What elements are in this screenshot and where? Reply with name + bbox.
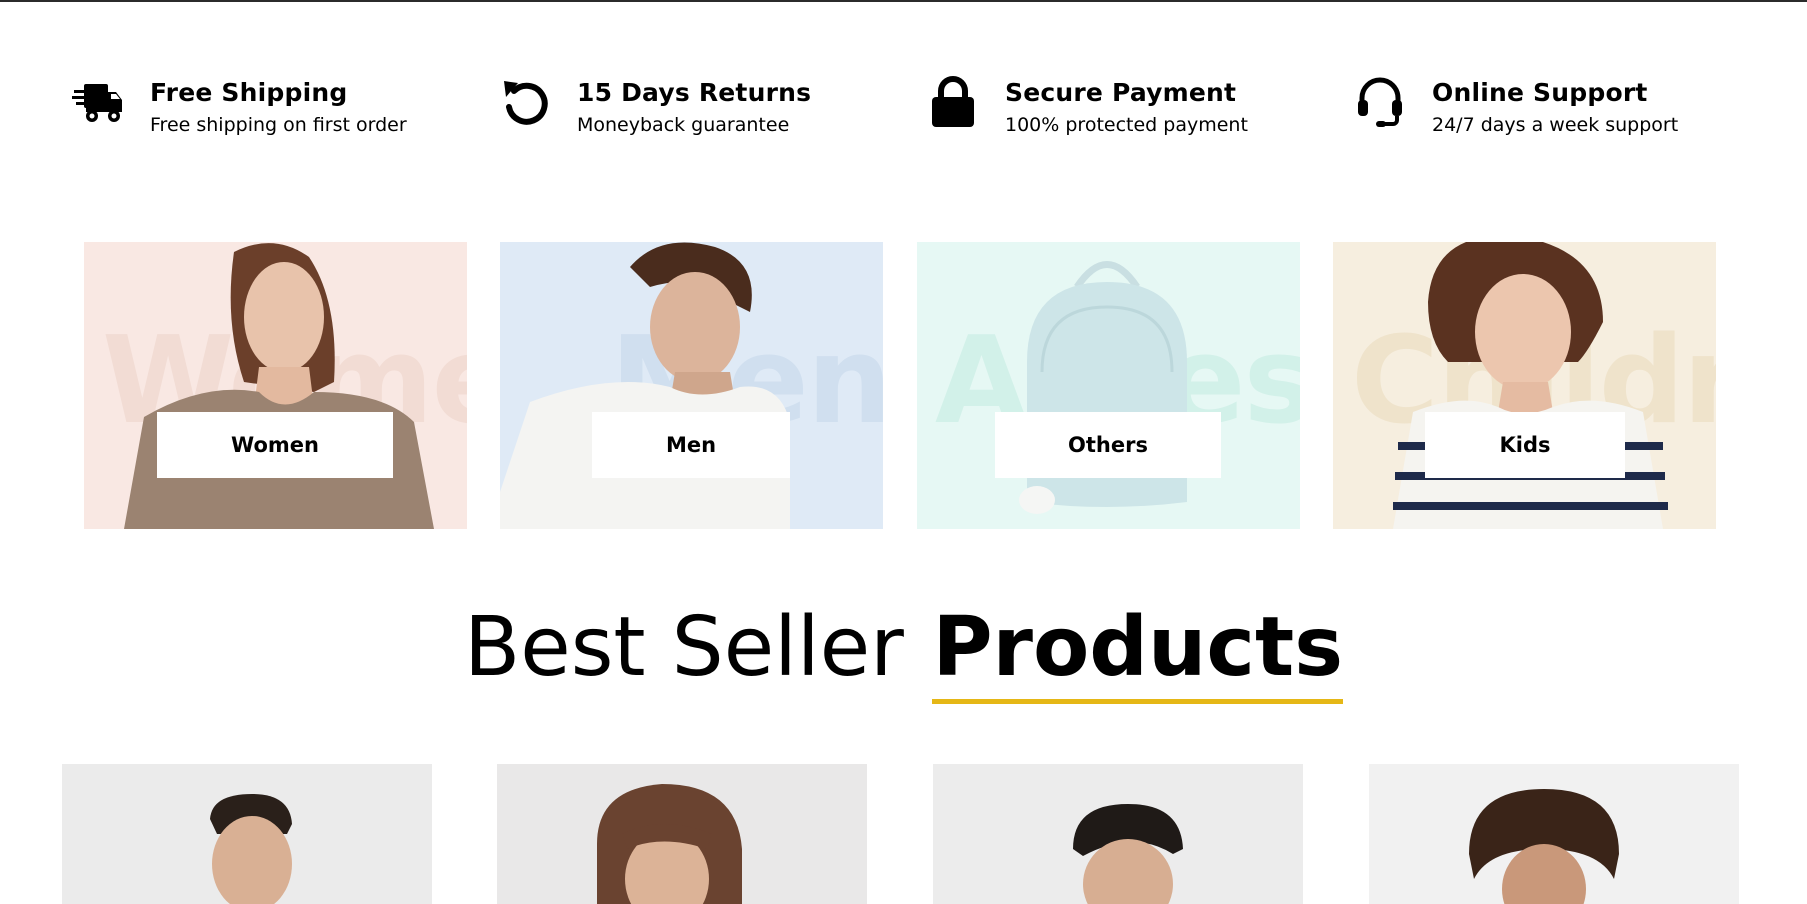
category-card-men[interactable]: Mens Men	[500, 242, 883, 529]
truck-icon	[70, 74, 126, 130]
product-photo	[1469, 789, 1619, 904]
product-card-3[interactable]	[933, 764, 1303, 904]
category-photo-men	[500, 242, 790, 529]
product-card-1[interactable]	[62, 764, 432, 904]
feature-title: Free Shipping	[150, 78, 348, 107]
category-card-women[interactable]: Women Women	[84, 242, 467, 529]
category-label: Men	[592, 412, 790, 478]
product-photo	[210, 794, 292, 904]
category-photo-kids	[1393, 242, 1668, 529]
category-photo-women	[124, 243, 434, 529]
heading-underline	[932, 699, 1343, 704]
return-icon	[497, 74, 553, 130]
feature-secure-payment: Secure Payment 100% protected payment	[925, 74, 1248, 154]
features-strip: Free Shipping Free shipping on first ord…	[0, 74, 1807, 154]
product-card-2[interactable]	[497, 764, 867, 904]
feature-subtitle: Moneyback guarantee	[577, 114, 790, 136]
feature-title: Secure Payment	[1005, 78, 1237, 107]
product-photo	[597, 784, 742, 904]
feature-title: Online Support	[1432, 78, 1648, 107]
feature-free-shipping: Free Shipping Free shipping on first ord…	[70, 74, 407, 154]
product-photo	[1073, 804, 1183, 904]
category-card-others[interactable]: Accessories Others	[917, 242, 1300, 529]
product-card-4[interactable]	[1369, 764, 1739, 904]
feature-subtitle: 100% protected payment	[1005, 114, 1248, 136]
category-photo-backpack	[1019, 261, 1187, 514]
heading-bold-text: Products	[932, 600, 1343, 695]
lock-icon	[925, 74, 981, 130]
heading-light-part: Best Seller	[464, 600, 904, 695]
feature-subtitle: Free shipping on first order	[150, 114, 407, 136]
feature-subtitle: 24/7 days a week support	[1432, 114, 1679, 136]
section-heading-best-seller: Best Seller Products	[0, 598, 1807, 704]
feature-title: 15 Days Returns	[577, 78, 812, 107]
top-border	[0, 0, 1807, 2]
headset-icon	[1352, 74, 1408, 130]
heading-bold-part: Products	[932, 598, 1343, 704]
category-label: Kids	[1425, 412, 1625, 478]
feature-online-support: Online Support 24/7 days a week support	[1352, 74, 1678, 154]
feature-returns: 15 Days Returns Moneyback guarantee	[497, 74, 811, 154]
category-label: Women	[157, 412, 393, 478]
category-card-kids[interactable]: Children Kids	[1333, 242, 1716, 529]
category-label: Others	[995, 412, 1221, 478]
